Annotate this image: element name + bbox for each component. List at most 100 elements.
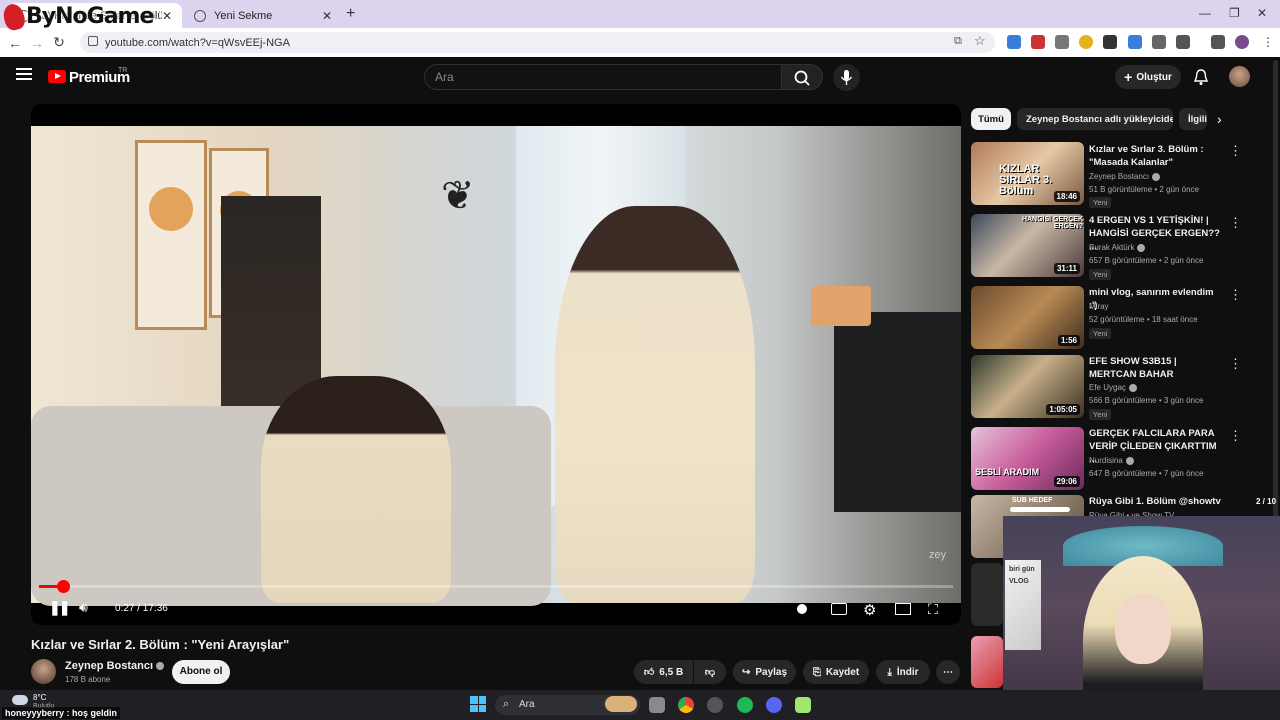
theater-mode-icon[interactable]: [895, 603, 911, 615]
close-tab-icon[interactable]: ✕: [162, 9, 172, 23]
download-button[interactable]: ⤓ İndir: [876, 660, 930, 684]
live-app-icon[interactable]: [795, 697, 811, 713]
search-input[interactable]: Ara: [424, 64, 782, 90]
install-app-icon[interactable]: ⧉: [954, 35, 962, 48]
close-window-icon[interactable]: ✕: [1257, 6, 1267, 20]
time-display: 0:27 / 17:36: [115, 603, 168, 614]
rec-thumbnail[interactable]: 1:56: [971, 286, 1084, 349]
verified-check-icon: [156, 662, 165, 671]
rec-title[interactable]: Kızlar ve Sırlar 3. Bölüm : "Masada Kala…: [1089, 143, 1224, 169]
rec-thumbnail[interactable]: SESLİ ARADIM 29:06: [971, 427, 1084, 490]
site-info-icon[interactable]: [88, 36, 98, 46]
tab-new[interactable]: Yeni Sekme ✕: [184, 3, 342, 28]
weather-temp: 8°C: [33, 693, 47, 702]
notifications-bell-icon[interactable]: [1193, 68, 1209, 91]
voice-search-button[interactable]: [833, 64, 860, 91]
settings-gear-icon[interactable]: ⚙: [863, 601, 876, 619]
extension-icon[interactable]: [1079, 35, 1093, 49]
rec-thumbnail[interactable]: [971, 563, 1003, 626]
task-view-icon[interactable]: [649, 697, 665, 713]
puzzle-extensions-icon[interactable]: [1176, 35, 1190, 49]
chips-next-chevron-icon[interactable]: ›: [1217, 111, 1222, 127]
channel-avatar[interactable]: [31, 659, 56, 684]
share-button[interactable]: ↪ Paylaş: [733, 660, 796, 684]
close-tab-icon[interactable]: ✕: [322, 9, 332, 23]
rec-thumbnail[interactable]: [971, 636, 1003, 688]
rec-more-icon[interactable]: ⋮: [1229, 143, 1242, 159]
video-frame[interactable]: ❦ zey: [31, 126, 961, 606]
sub-goal-label: SUB HEDEF: [1012, 497, 1053, 504]
rec-title[interactable]: EFE SHOW S3B15 | MERTCAN BAHAR: [1089, 355, 1224, 381]
rec-channel: Nurdisina: [1089, 456, 1134, 465]
create-button[interactable]: + Oluştur: [1115, 65, 1181, 89]
back-icon[interactable]: ←: [4, 35, 26, 51]
url-field[interactable]: youtube.com/watch?v=qWsvEEj-NGA: [80, 32, 995, 53]
autoplay-toggle-icon[interactable]: [797, 604, 807, 614]
rec-thumbnail[interactable]: 1:05:05: [971, 355, 1084, 418]
dislike-button[interactable]: 👎︎: [694, 660, 726, 684]
fullscreen-icon[interactable]: ⛶: [928, 601, 938, 618]
extension-icon[interactable]: [1103, 35, 1117, 49]
verified-check-icon: [1128, 383, 1137, 392]
subscribe-button[interactable]: Abone ol: [172, 660, 230, 684]
subtitles-icon[interactable]: [831, 603, 847, 615]
video-player[interactable]: ❦ zey ❚❚ 🔊︎ 0:27 / 17:36 ⚙ ⛶: [31, 104, 961, 625]
chip-uploader[interactable]: Zeynep Bostancı adlı yükleyiciden: [1017, 108, 1173, 130]
discord-icon[interactable]: [766, 697, 782, 713]
rec-channel[interactable]: Miray: [1089, 302, 1109, 311]
volume-icon[interactable]: 🔊︎: [79, 599, 88, 616]
wall-painting: [135, 140, 207, 330]
rec-meta: 647 B görüntüleme • 7 gün önce: [1089, 469, 1204, 478]
new-tab-button[interactable]: +: [346, 5, 355, 23]
pause-icon[interactable]: ❚❚: [49, 599, 71, 616]
share-arrow-icon: ↪: [741, 666, 751, 678]
person-standing: [555, 206, 755, 603]
search-highlight-icon[interactable]: [605, 696, 637, 712]
like-button[interactable]: 👍︎ 6,5 B: [634, 660, 693, 684]
browser-menu-icon[interactable]: ⋮: [1262, 35, 1274, 49]
app-icon[interactable]: [707, 697, 723, 713]
account-avatar[interactable]: [1229, 66, 1250, 87]
television: [834, 312, 961, 512]
chip-all[interactable]: Tümü: [971, 108, 1011, 130]
chrome-icon[interactable]: [678, 697, 694, 713]
translate-extension-icon[interactable]: [1007, 35, 1021, 49]
bookmark-star-icon[interactable]: ☆: [974, 33, 986, 49]
media-controls-icon[interactable]: [1211, 35, 1225, 49]
spotify-icon[interactable]: [737, 697, 753, 713]
verified-check-icon: [1137, 243, 1146, 252]
forward-icon[interactable]: →: [26, 35, 48, 51]
windows-start-icon[interactable]: [470, 696, 486, 712]
restore-icon[interactable]: ❐: [1229, 6, 1240, 20]
video-watermark: zey: [929, 549, 947, 561]
rec-title[interactable]: mini vlog, sanırım evlendim :'): [1089, 286, 1224, 312]
progress-bar[interactable]: [39, 585, 953, 588]
rec-more-icon[interactable]: ⋮: [1229, 356, 1242, 372]
shield-icon[interactable]: [1152, 35, 1166, 49]
rec-more-icon[interactable]: ⋮: [1229, 428, 1242, 444]
more-actions-icon[interactable]: ⋯: [936, 660, 960, 684]
rec-title[interactable]: Rüya Gibi 1. Bölüm @showtv: [1089, 495, 1224, 508]
chip-related[interactable]: İlgili: [1179, 108, 1207, 130]
reload-icon[interactable]: ↻: [48, 34, 70, 51]
rec-more-icon[interactable]: ⋮: [1229, 215, 1242, 231]
minimize-icon[interactable]: —: [1199, 6, 1211, 20]
weather-cloud-icon[interactable]: [12, 695, 28, 705]
rec-thumbnail[interactable]: KIZLAR SIRLAR 3. Bölüm 18:46: [971, 142, 1084, 205]
save-button[interactable]: ⎘ Kaydet: [803, 660, 869, 684]
hamburger-menu-icon[interactable]: [16, 68, 32, 80]
search-button[interactable]: [781, 64, 823, 90]
rec-thumbnail[interactable]: HANGİSİ GERÇEK ERGEN? 31:11: [971, 214, 1084, 277]
youtube-logo-icon[interactable]: [48, 70, 66, 83]
vlog-thumbnail: biri gün VLOG: [1005, 560, 1041, 650]
region-code: TR: [118, 67, 128, 74]
extension-icon[interactable]: [1055, 35, 1069, 49]
rec-meta: 52 görüntüleme • 18 saat önce: [1089, 315, 1198, 324]
rec-more-icon[interactable]: ⋮: [1229, 287, 1242, 303]
extension-icon[interactable]: [1031, 35, 1045, 49]
extension-icon[interactable]: [1128, 35, 1142, 49]
progress-scrubber[interactable]: [56, 580, 70, 593]
bookmark-icon: ⎘: [812, 666, 821, 678]
channel-name[interactable]: Zeynep Bostancı: [65, 660, 165, 672]
profile-avatar[interactable]: [1235, 35, 1249, 49]
